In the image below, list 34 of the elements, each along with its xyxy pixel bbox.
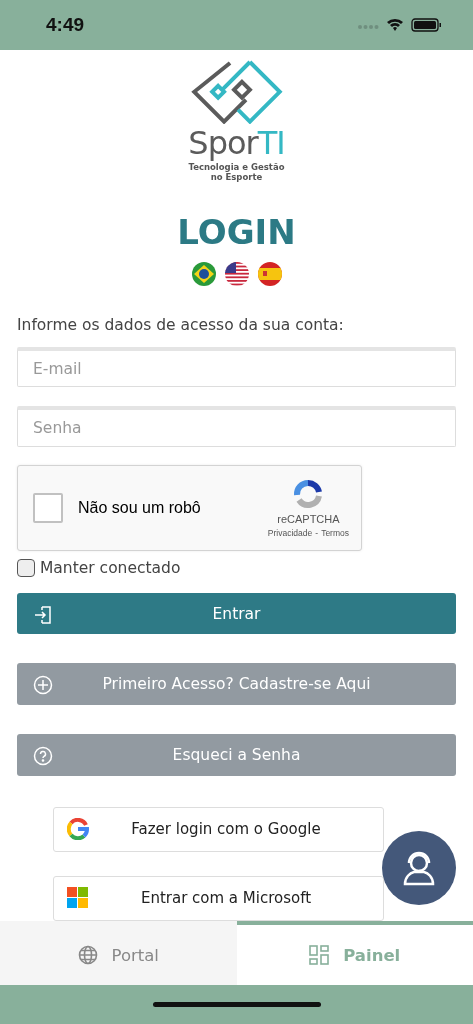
captcha-checkbox[interactable] bbox=[33, 492, 63, 523]
login-button[interactable]: Entrar bbox=[17, 592, 456, 635]
wifi-icon bbox=[387, 18, 403, 31]
privacy-link[interactable]: Privacidade bbox=[267, 528, 313, 539]
forgot-button[interactable]: Esqueci a Senha bbox=[17, 734, 456, 776]
recaptcha-label: reCAPTCHA bbox=[277, 513, 340, 526]
globe-icon bbox=[77, 945, 98, 965]
separator-text: - bbox=[315, 528, 319, 539]
captcha-label: Não sou um robô bbox=[78, 498, 202, 517]
input-field[interactable]: Senha bbox=[17, 406, 456, 448]
terms-link[interactable]: Termos bbox=[321, 528, 349, 539]
instructions-text: Informe os dados de acesso da sua conta: bbox=[17, 315, 345, 334]
page-title: LOGIN bbox=[177, 211, 296, 252]
keep-connected-checkbox[interactable] bbox=[17, 558, 35, 577]
register-button[interactable]: Primeiro Acesso? Cadastre-se Aqui bbox=[17, 663, 456, 706]
google-login-button[interactable]: Fazer login com o Google bbox=[53, 807, 384, 852]
battery-icon bbox=[411, 18, 441, 32]
login-icon bbox=[33, 604, 53, 625]
status-time: 4:49 bbox=[46, 14, 85, 36]
logo-wordmark: SporTI bbox=[188, 125, 285, 160]
flag-icon[interactable] bbox=[257, 261, 282, 286]
windows-logo-icon bbox=[67, 887, 89, 910]
plus-icon bbox=[33, 675, 53, 696]
input-field[interactable]: E-mail bbox=[17, 346, 456, 388]
signal-icon bbox=[358, 25, 379, 29]
microsoft-login-button[interactable]: Entrar com a Microsoft bbox=[53, 876, 384, 921]
keep-connected-label: Manter conectado bbox=[40, 558, 181, 577]
flag-icon[interactable] bbox=[224, 261, 249, 286]
logo-tagline: Tecnologia e Gestão no Esporte bbox=[187, 161, 286, 182]
help-icon bbox=[33, 746, 53, 767]
dashboard-icon bbox=[309, 945, 330, 965]
tab[interactable]: Portal bbox=[0, 921, 237, 985]
flag-icon[interactable] bbox=[191, 261, 216, 286]
google-icon bbox=[67, 818, 89, 841]
